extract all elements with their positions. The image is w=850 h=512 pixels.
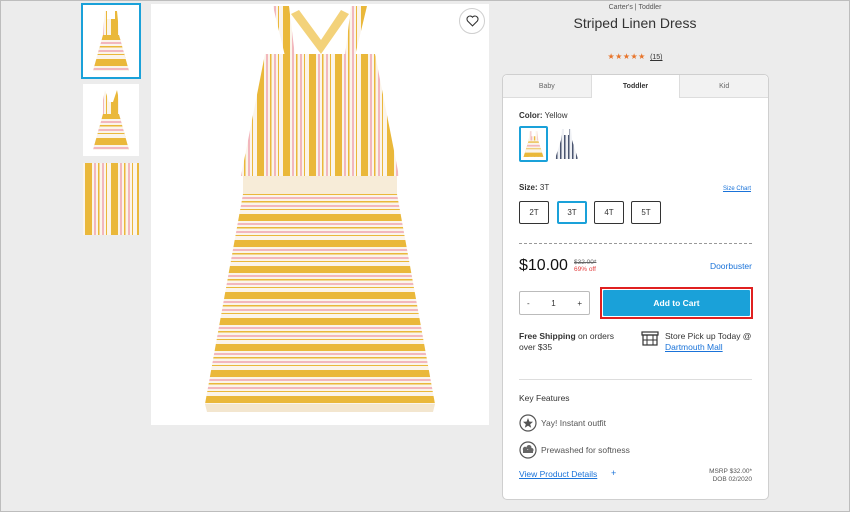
swatch-yellow[interactable] xyxy=(519,126,548,162)
size-label-key: Size: xyxy=(519,183,538,192)
purchase-card: Baby Toddler Kid Color: Yellow Size: 3T … xyxy=(502,74,769,500)
swatch-navy[interactable] xyxy=(552,126,581,162)
quantity-value[interactable]: 1 xyxy=(551,299,555,308)
brand-label: Carter's | Toddler xyxy=(608,4,662,11)
features-divider xyxy=(519,379,752,380)
store-location-link[interactable]: Dartmouth Mall xyxy=(665,342,723,352)
quantity-stepper: - 1 + xyxy=(519,291,590,315)
color-value: Yellow xyxy=(544,111,568,120)
msrp-info: MSRP $32.00* DOB 02/2020 xyxy=(709,468,752,484)
store-pickup-info: Store Pick up Today @ Dartmouth Mall xyxy=(665,331,765,353)
size-value: 3T xyxy=(539,183,550,192)
star-badge-icon xyxy=(519,414,537,432)
discount-percent: 69% off xyxy=(574,266,596,273)
yellow-dress-swatch-image xyxy=(523,131,544,157)
tab-baby[interactable]: Baby xyxy=(503,75,592,98)
color-label: Color: Yellow xyxy=(519,111,567,120)
feature-item: Prewashed for softness xyxy=(541,445,630,455)
product-title: Striped Linen Dress xyxy=(573,15,697,31)
expand-details-plus-icon[interactable]: + xyxy=(611,468,616,478)
dress-front-thumbnail-image xyxy=(93,11,129,71)
view-product-details-link[interactable]: View Product Details xyxy=(519,469,597,479)
navy-dress-swatch-image xyxy=(555,129,578,159)
striped-dress-image xyxy=(151,4,489,425)
softness-cloud-icon xyxy=(519,441,537,459)
age-tabs: Baby Toddler Kid xyxy=(503,75,769,98)
store-icon xyxy=(641,331,659,346)
thumbnail-front[interactable] xyxy=(81,3,141,79)
doorbuster-badge: Doorbuster xyxy=(709,261,752,271)
color-label-key: Color: xyxy=(519,111,543,120)
free-shipping-bold: Free Shipping xyxy=(519,331,576,341)
review-count-link[interactable]: (15) xyxy=(650,54,662,61)
heart-icon xyxy=(466,15,478,27)
feature-item: Yay! Instant outfit xyxy=(541,418,607,428)
quantity-increase-button[interactable]: + xyxy=(577,299,582,308)
thumbnail-fabric[interactable] xyxy=(83,163,139,235)
key-features-title: Key Features xyxy=(519,393,570,403)
msrp-price: MSRP $32.00* xyxy=(709,468,752,475)
size-label: Size: 3T xyxy=(519,183,549,192)
sale-price: $10.00 xyxy=(519,257,568,274)
add-to-cart-button[interactable]: Add to Cart xyxy=(603,290,750,316)
dashed-divider xyxy=(519,243,752,244)
size-3t-button[interactable]: 3T xyxy=(557,201,587,224)
dob-date: DOB 02/2020 xyxy=(712,476,752,483)
rating[interactable]: ★★★★★ (15) xyxy=(502,52,768,61)
tab-kid[interactable]: Kid xyxy=(680,75,769,98)
quantity-decrease-button[interactable]: - xyxy=(527,299,530,308)
size-chart-link[interactable]: Size Chart xyxy=(723,186,751,192)
original-price: $32.00* xyxy=(574,259,597,266)
size-5t-button[interactable]: 5T xyxy=(631,201,661,224)
fabric-closeup-thumbnail-image xyxy=(83,163,139,235)
star-rating: ★★★★★ xyxy=(607,52,646,61)
main-product-image xyxy=(151,4,489,425)
store-pickup-text: Store Pick up Today @ xyxy=(665,331,752,341)
thumbnail-back[interactable] xyxy=(83,84,139,156)
size-4t-button[interactable]: 4T xyxy=(594,201,624,224)
free-shipping-info: Free Shipping on orders over $35 xyxy=(519,331,631,353)
wishlist-heart-button[interactable] xyxy=(459,8,485,34)
size-2t-button[interactable]: 2T xyxy=(519,201,549,224)
tab-toddler[interactable]: Toddler xyxy=(591,75,681,98)
dress-back-thumbnail-image xyxy=(93,90,129,150)
